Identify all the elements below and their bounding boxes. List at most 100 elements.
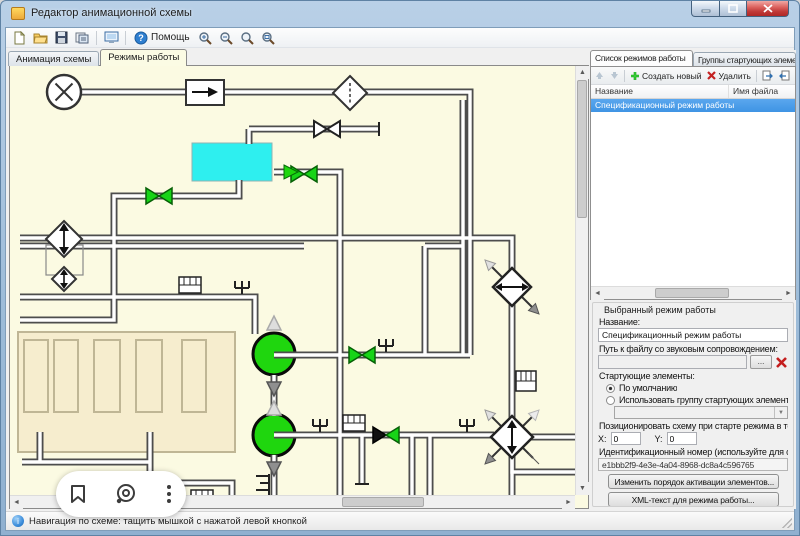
canvas-vertical-scrollbar[interactable]: ▲ ▼ [575,66,588,495]
bookmark-icon[interactable] [70,484,86,504]
drain-symbol [460,419,474,432]
main-tabstrip: Анимация схемы Режимы работы [8,49,187,66]
save-button[interactable] [52,29,70,46]
distribution-diamond-lower[interactable] [485,410,539,464]
scrollbar-thumb[interactable] [342,497,424,507]
piping-diagram[interactable] [10,66,576,503]
modes-list[interactable]: Спецификационный режим работы [591,99,795,286]
help-label: Помощь [151,32,190,43]
check-diamond-large[interactable] [46,221,82,257]
column-filename[interactable]: Имя файла [729,85,795,98]
selected-mode-group: Выбранный режим работы Название: Путь к … [592,302,794,507]
scroll-right-icon[interactable]: ► [562,496,575,509]
valve-green-3[interactable] [349,347,375,363]
open-file-button[interactable] [31,29,49,46]
delete-button[interactable]: Удалить [705,70,752,82]
valve-white[interactable] [314,121,340,137]
preview-scheme-icon [104,31,119,44]
create-new-label: Создать новый [642,71,701,81]
maximize-button[interactable] [720,1,747,17]
starting-group-combobox[interactable]: ▼ [614,406,788,419]
preview-scheme-button[interactable] [102,29,120,46]
export-mode-button[interactable] [760,69,775,82]
list-horizontal-scrollbar[interactable]: ◄ ► [591,286,795,299]
zoom-in-icon [198,31,212,45]
svg-text:?: ? [138,33,144,43]
kebab-menu-icon[interactable] [166,484,172,504]
drain-symbol [235,281,249,294]
tab-starting-groups[interactable]: Группы стартующих элементов [693,52,796,66]
save-as-button[interactable] [73,29,91,46]
flow-arrow-up [267,401,281,415]
radio-use-group[interactable] [606,396,615,405]
tab-modes-list[interactable]: Список режимов работы [590,50,693,66]
scroll-right-icon[interactable]: ► [782,287,795,300]
scroll-left-icon[interactable]: ◄ [591,287,604,300]
check-diamond-small[interactable] [52,267,76,291]
valve-green-1[interactable] [146,188,172,204]
id-label: Идентификационный номер (используйте для… [599,447,788,457]
blower-symbol[interactable] [47,75,81,109]
list-header: Название Имя файла [591,85,795,99]
resize-grip[interactable] [782,518,792,528]
scroll-left-icon[interactable]: ◄ [10,496,23,509]
radio-default[interactable] [606,384,615,393]
xml-text-button[interactable]: XML-текст для режима работы... [608,492,779,507]
import-mode-button[interactable] [777,69,792,82]
name-label: Название: [599,317,788,327]
flow-arrow-down [267,382,281,396]
distribution-diamond-upper[interactable] [485,260,539,314]
column-name[interactable]: Название [591,85,729,98]
scheme-canvas[interactable]: ▲ ▼ ◄ ► [9,65,589,509]
valve-black-green[interactable] [373,427,399,443]
minimize-icon [701,4,711,13]
delete-icon [707,71,716,80]
overlay-toolbar [56,471,186,517]
import-mode-icon [779,70,790,81]
scrollbar-thumb[interactable] [655,288,729,298]
create-new-button[interactable]: Создать новый [628,70,703,82]
scroll-down-icon[interactable]: ▼ [576,482,589,495]
filter-diamond-symbol[interactable] [333,76,367,110]
open-file-icon [33,31,48,44]
window-title: Редактор анимационной схемы [31,7,192,19]
tab-scheme-animation[interactable]: Анимация схемы [8,51,99,66]
list-item-mode[interactable]: Спецификационный режим работы [591,99,795,112]
modes-panel: Список режимов работы Группы стартующих … [590,50,796,509]
close-button[interactable] [747,1,789,17]
chevron-down-icon[interactable]: ▼ [774,407,787,418]
zoom-out-button[interactable] [217,29,235,46]
sound-path-input[interactable] [598,355,747,369]
y-input[interactable] [667,432,697,445]
zoom-original-button[interactable] [238,29,256,46]
zoom-in-button[interactable] [196,29,214,46]
zoom-fit-icon [261,31,275,45]
building-outline[interactable] [18,332,235,452]
instrument-box[interactable] [516,371,536,391]
zoom-fit-button[interactable] [259,29,277,46]
scroll-up-icon[interactable]: ▲ [576,66,589,79]
lens-search-icon[interactable] [114,483,138,505]
instrument-box[interactable] [179,277,201,293]
starting-elements-label: Стартующие элементы: [599,371,788,381]
scrollbar-thumb[interactable] [577,80,587,218]
clear-sound-icon[interactable] [775,356,788,369]
move-down-icon [610,71,619,80]
browse-button[interactable]: ... [750,355,772,369]
x-input[interactable] [611,432,641,445]
radio-default-label: По умолчанию [619,383,677,393]
tank[interactable] [192,143,272,181]
help-button[interactable]: ? Помощь [131,29,193,46]
tab-work-modes[interactable]: Режимы работы [100,49,187,66]
flow-box-symbol[interactable] [186,80,224,105]
minimize-button[interactable] [691,1,720,17]
new-file-icon [13,31,26,45]
instrument-box[interactable] [343,415,365,431]
move-up-button[interactable] [593,70,606,81]
add-icon [630,71,640,81]
new-file-button[interactable] [10,29,28,46]
move-down-button[interactable] [608,70,621,81]
change-activation-order-button[interactable]: Изменить порядок активации элементов... [608,474,779,489]
mode-name-input[interactable] [598,328,788,342]
title-bar[interactable]: Редактор анимационной схемы [1,1,799,27]
